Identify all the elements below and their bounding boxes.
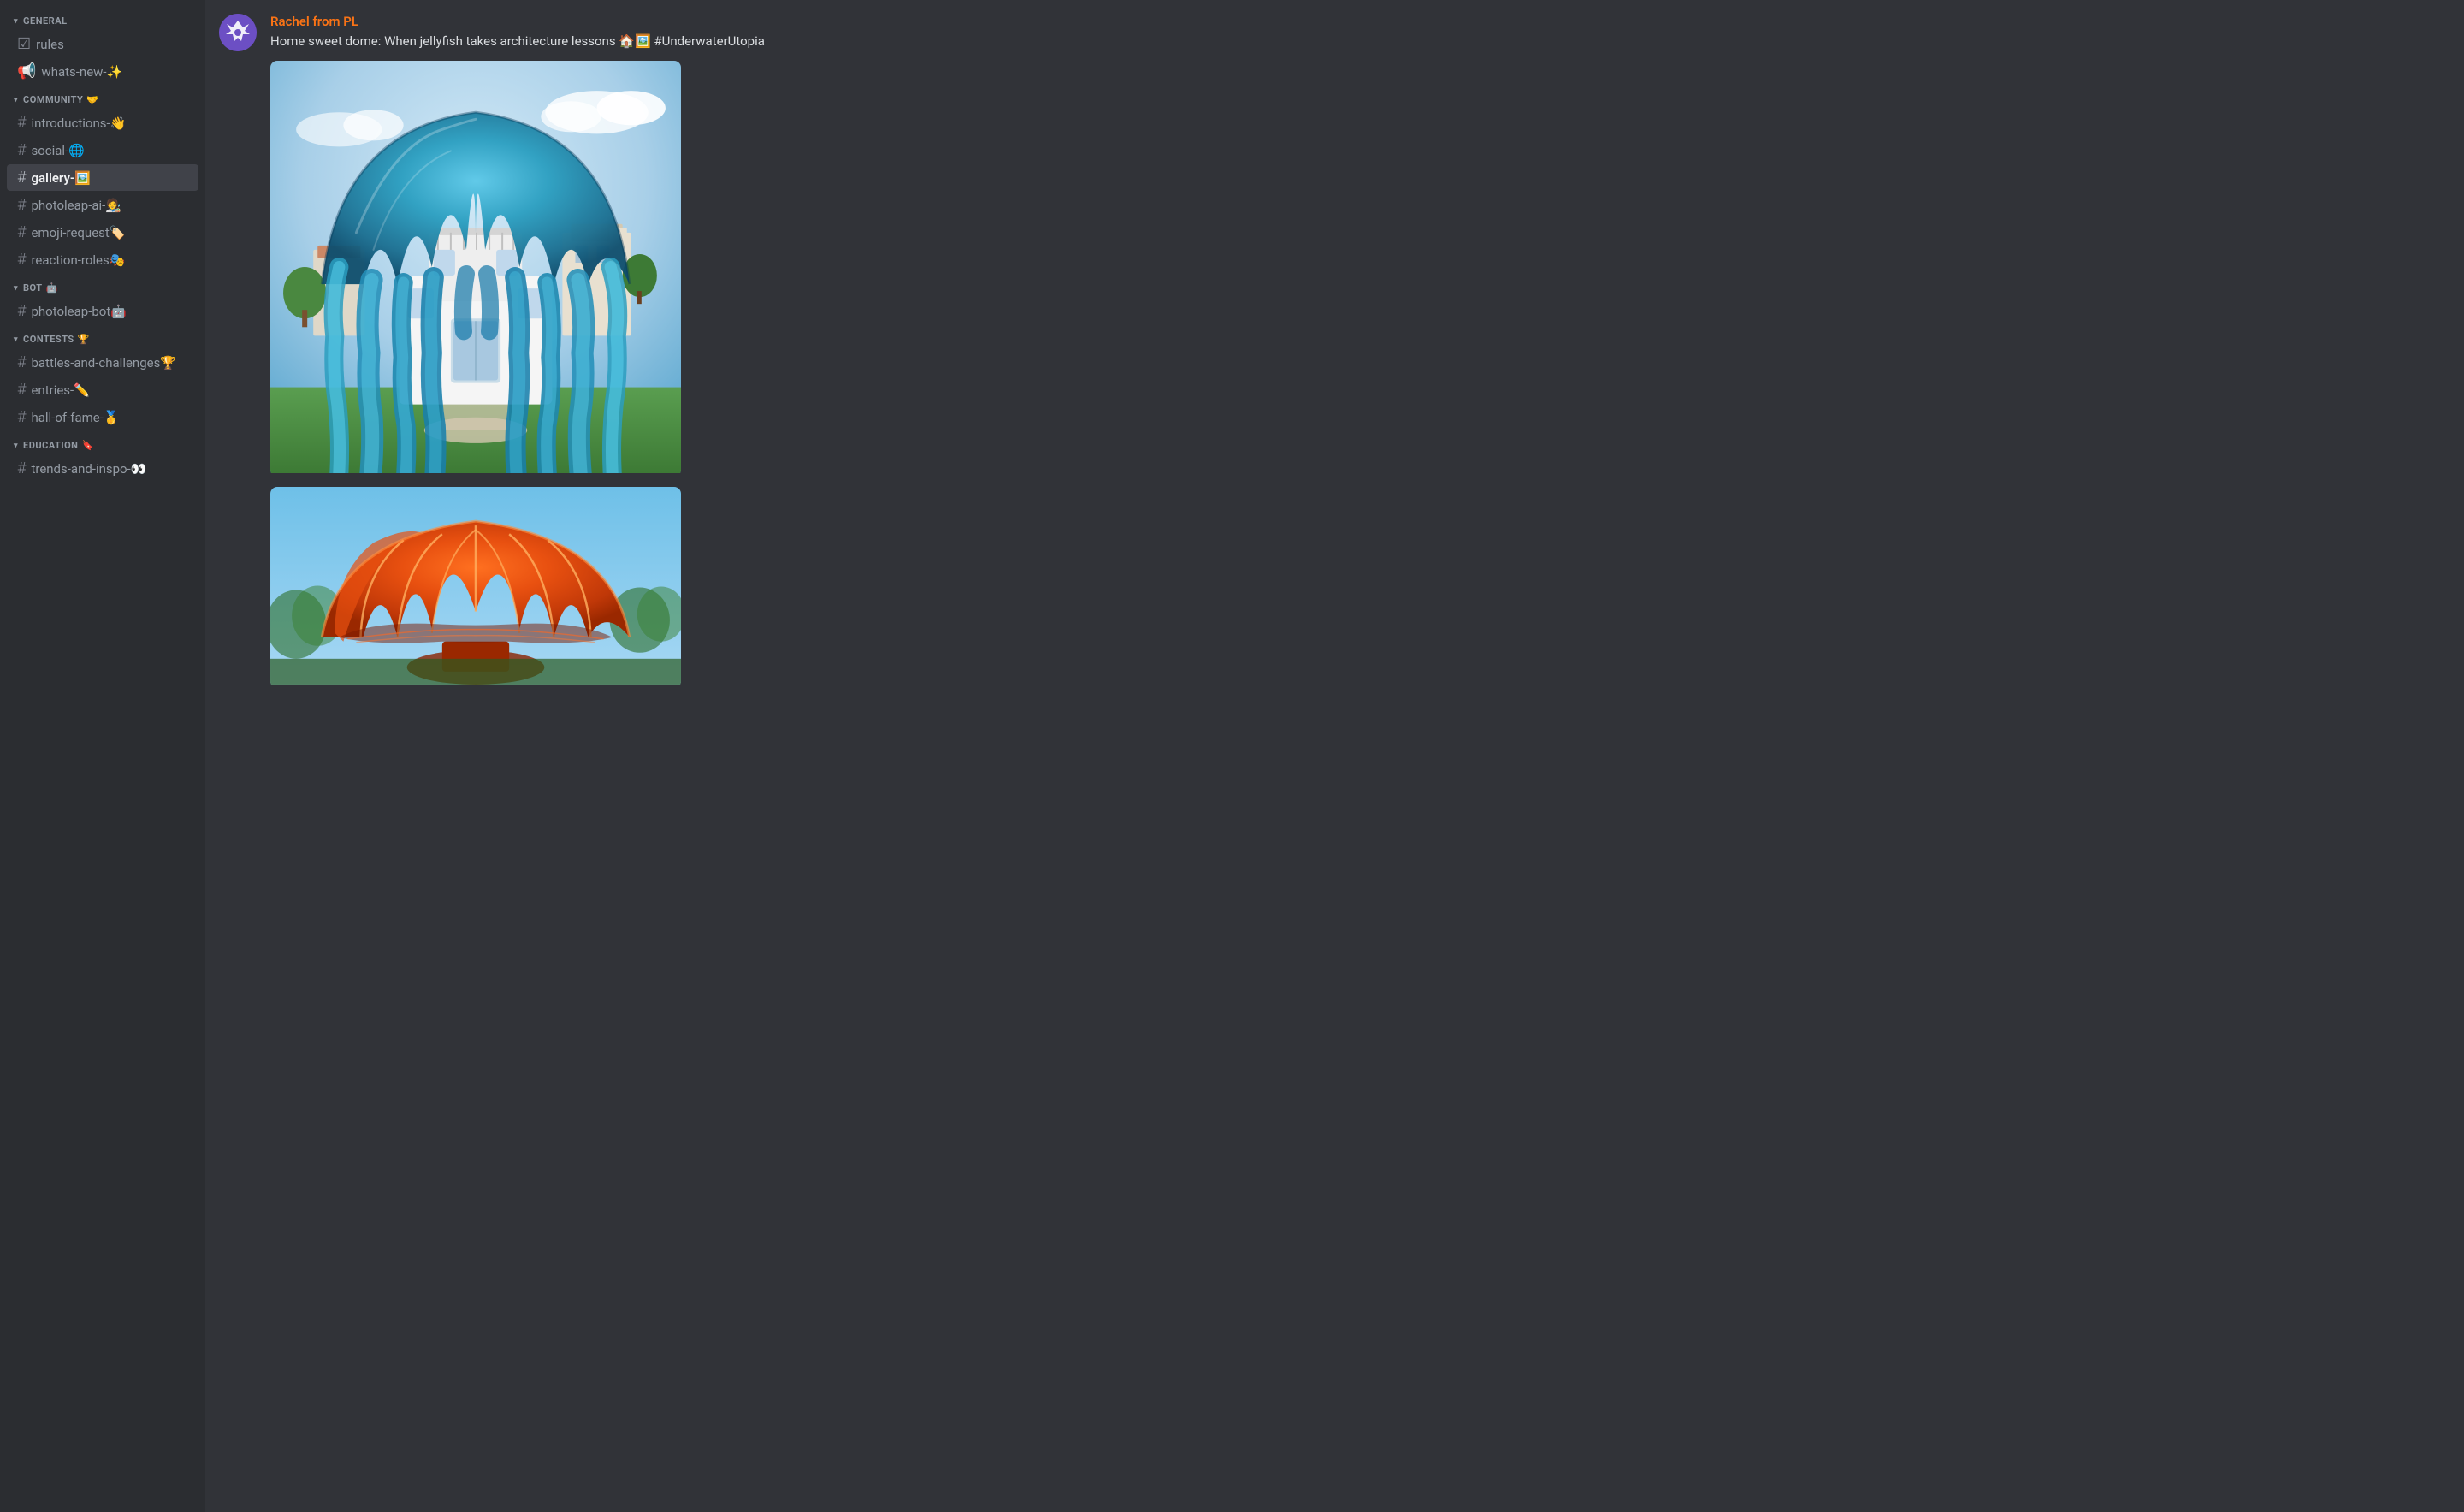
category-contests[interactable]: ▾ CONTESTS 🏆 [0, 329, 205, 348]
sidebar-item-battles[interactable]: # battles-and-challenges🏆 [7, 349, 198, 376]
sidebar: ▾ GENERAL ☑ rules 📢 whats-new-✨ ▾ COMMUN… [0, 0, 205, 1512]
category-community[interactable]: ▾ COMMUNITY 🤝 [0, 89, 205, 109]
hash-icon: # [17, 196, 26, 214]
hash-icon: # [17, 408, 26, 426]
channel-name: emoji-request🏷️ [31, 225, 125, 240]
sidebar-item-entries[interactable]: # entries-✏️ [7, 377, 198, 403]
sidebar-item-photoleap-ai[interactable]: # photoleap-ai-🧑‍🎨 [7, 192, 198, 218]
category-general[interactable]: ▾ GENERAL [0, 10, 205, 30]
channel-name: reaction-roles🎭 [31, 252, 125, 268]
message: Rachel from PL Home sweet dome: When jel… [219, 14, 2450, 688]
image-jellyfish-house[interactable] [270, 61, 681, 477]
channel-name: gallery-🖼️ [31, 170, 91, 186]
avatar [219, 14, 257, 51]
announcement-icon: 📢 [17, 62, 36, 80]
sidebar-item-trends[interactable]: # trends-and-inspo-👀 [7, 455, 198, 482]
contests-emoji: 🏆 [78, 334, 90, 345]
chevron-icon: ▾ [14, 442, 18, 450]
sidebar-item-reaction-roles[interactable]: # reaction-roles🎭 [7, 246, 198, 273]
hash-icon: # [17, 169, 26, 187]
main-content: Rachel from PL Home sweet dome: When jel… [205, 0, 2464, 1512]
message-text: Home sweet dome: When jellyfish takes ar… [270, 33, 784, 50]
bot-emoji: 🤖 [46, 282, 58, 294]
message-header: Rachel from PL [270, 14, 784, 29]
section-education: ▾ EDUCATION 🔖 # trends-and-inspo-👀 [0, 435, 205, 483]
channel-name: entries-✏️ [31, 382, 89, 398]
sidebar-item-social[interactable]: # social-🌐 [7, 137, 198, 163]
sidebar-item-gallery[interactable]: # gallery-🖼️ [7, 164, 198, 191]
section-contests: ▾ CONTESTS 🏆 # battles-and-challenges🏆 #… [0, 329, 205, 431]
avatar-svg [219, 14, 257, 51]
jellyfish-building-svg [270, 61, 681, 473]
message-area: Rachel from PL Home sweet dome: When jel… [205, 0, 2464, 1512]
image-orange-structure[interactable] [270, 487, 681, 688]
hash-icon: ☑ [17, 35, 31, 53]
message-content: Rachel from PL Home sweet dome: When jel… [270, 14, 784, 688]
hash-icon: # [17, 251, 26, 269]
message-author[interactable]: Rachel from PL [270, 14, 358, 29]
education-emoji: 🔖 [81, 440, 93, 451]
channel-name: introductions-👋 [31, 116, 126, 131]
orange-structure-svg [270, 487, 681, 685]
hash-icon: # [17, 460, 26, 477]
category-general-label: GENERAL [23, 15, 68, 27]
sidebar-item-photoleap-bot[interactable]: # photoleap-bot🤖 [7, 298, 198, 324]
hash-icon: # [17, 381, 26, 399]
category-education[interactable]: ▾ EDUCATION 🔖 [0, 435, 205, 454]
chevron-icon: ▾ [14, 335, 18, 344]
section-community: ▾ COMMUNITY 🤝 # introductions-👋 # social… [0, 89, 205, 274]
sidebar-item-whats-new[interactable]: 📢 whats-new-✨ [7, 58, 198, 85]
hash-icon: # [17, 141, 26, 159]
category-education-label: EDUCATION [23, 440, 78, 451]
hash-icon: # [17, 223, 26, 241]
chevron-icon: ▾ [14, 17, 18, 26]
sidebar-item-hall-of-fame[interactable]: # hall-of-fame-🥇 [7, 404, 198, 430]
channel-name: whats-new-✨ [41, 64, 122, 80]
category-community-label: COMMUNITY [23, 94, 83, 105]
channel-name: photoleap-ai-🧑‍🎨 [31, 198, 121, 213]
channel-name: hall-of-fame-🥇 [31, 410, 119, 425]
sidebar-item-emoji-request[interactable]: # emoji-request🏷️ [7, 219, 198, 246]
sidebar-item-rules[interactable]: ☑ rules [7, 31, 198, 57]
channel-name: photoleap-bot🤖 [31, 304, 126, 319]
section-general: ▾ GENERAL ☑ rules 📢 whats-new-✨ [0, 10, 205, 86]
section-bot: ▾ BOT 🤖 # photoleap-bot🤖 [0, 277, 205, 325]
channel-name: rules [36, 37, 64, 52]
hash-icon: # [17, 114, 26, 132]
category-bot-label: BOT [23, 282, 43, 294]
hash-icon: # [17, 353, 26, 371]
category-contests-label: CONTESTS [23, 334, 74, 345]
category-bot[interactable]: ▾ BOT 🤖 [0, 277, 205, 297]
sidebar-item-introductions[interactable]: # introductions-👋 [7, 110, 198, 136]
chevron-icon: ▾ [14, 96, 18, 104]
hash-icon: # [17, 302, 26, 320]
channel-name: battles-and-challenges🏆 [31, 355, 176, 371]
message-images [270, 61, 784, 688]
channel-name: social-🌐 [31, 143, 84, 158]
channel-name: trends-and-inspo-👀 [31, 461, 146, 477]
chevron-icon: ▾ [14, 284, 18, 293]
community-emoji: 🤝 [86, 94, 98, 105]
